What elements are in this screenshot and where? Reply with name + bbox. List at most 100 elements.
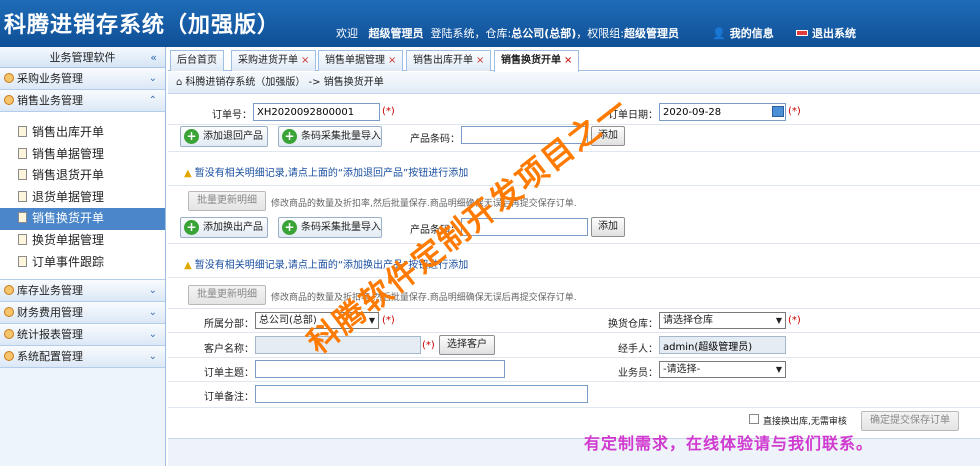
order-remark-label: 订单备注： [204,392,254,403]
logout-link[interactable]: 退出系统 [796,25,856,41]
collapse-sidebar-icon[interactable]: « [150,47,157,68]
chevron-down-icon: ⌄ [148,307,157,319]
handler-label: 经手人： [618,344,658,355]
sidebar-item-sales-docs[interactable]: 销售单据管理 [0,144,165,166]
close-icon[interactable]: × [388,55,396,66]
tab-purchase-inbound[interactable]: 采购进货开单 × [231,50,317,71]
user-info-icon: 👤 [712,27,726,40]
order-date-input[interactable] [659,103,786,121]
order-subject-label: 订单主题： [204,368,254,379]
plus-icon: + [282,220,297,235]
sidebar-item-sales-return[interactable]: 销售退货开单 [0,165,165,187]
chevron-down-icon: ⌄ [148,329,157,341]
chevron-down-icon: ⌄ [148,351,157,363]
tab-sales-outbound[interactable]: 销售出库开单 × [406,50,492,71]
exchange-warehouse-select[interactable]: 请选择仓库 ▼ [659,312,786,329]
perm-group: 超级管理员 [624,27,679,40]
app-title: 科腾进销存系统（加强版） [4,13,281,38]
required-mark: (*) [382,315,395,326]
sidebar-group-finance[interactable]: 财务费用管理 ⌄ [0,302,165,325]
close-icon[interactable]: × [476,55,484,66]
sidebar-title: 业务管理软件 « [0,47,165,68]
clock-icon [4,329,14,340]
chevron-down-icon: ⌄ [148,73,157,84]
tab-home[interactable]: 后台首页 [170,50,224,71]
sidebar-item-sales-exchange[interactable]: 销售换货开单 [0,208,165,230]
sidebar-item-return-docs[interactable]: 退货单据管理 [0,187,165,209]
order-no-input[interactable] [253,103,380,121]
document-icon [18,147,27,159]
my-info-link[interactable]: 👤 我的信息 [712,25,774,41]
add-return-product-button[interactable]: + 添加退回产品 [180,126,268,147]
divider [168,332,980,333]
customer-label: 客户名称： [204,344,254,355]
warehouse-name: 总公司(总部) [511,27,577,40]
chevron-down-icon: ▼ [775,365,782,374]
sidebar-item-exchange-docs[interactable]: 换货单据管理 [0,230,165,252]
required-mark: (*) [788,315,801,326]
sidebar-group-settings[interactable]: 系统配置管理 ⌄ [0,346,165,369]
tab-sales-exchange[interactable]: 销售换货开单 × [494,50,580,72]
tab-bar: 后台首页 采购进货开单 × 销售单据管理 × 销售出库开单 × 销售换货开单 × [168,49,980,72]
order-subject-input[interactable] [255,360,505,378]
document-icon [18,190,27,202]
handler-input[interactable] [659,336,786,354]
sidebar-item-sales-outbound[interactable]: 销售出库开单 [0,122,165,144]
sidebar-group-purchase[interactable]: 采购业务管理 ⌄ [0,68,165,90]
document-icon [18,169,27,181]
plus-icon: + [184,129,199,144]
submit-order-button[interactable]: 确定提交保存订单 [861,411,959,431]
add-exchange-product-button[interactable]: + 添加换出产品 [180,217,268,238]
chevron-down-icon: ▼ [775,316,782,325]
plus-icon: + [282,129,297,144]
divider [168,277,980,278]
warning-icon: ▲ [184,168,192,179]
sidebar-group-sales[interactable]: 销售业务管理 ⌃ [0,90,165,112]
required-mark: (*) [422,340,435,351]
close-icon[interactable]: × [564,55,572,66]
direct-out-checkbox[interactable] [749,414,759,424]
exchange-warehouse-label: 换货仓库： [608,319,658,330]
calendar-icon[interactable] [772,106,784,117]
batch-update-button-2[interactable]: 批量更新明细 [188,285,266,305]
user-name: 超级管理员 [368,27,424,40]
clock-icon [4,73,14,83]
add-barcode-button-2[interactable]: 添加 [591,217,625,237]
top-header: 科腾进销存系统（加强版） 欢迎 超级管理员 登陆系统，仓库:总公司(总部)，权限… [0,0,980,47]
direct-out-label: 直接换出库,无需审核 [763,417,847,427]
select-customer-button[interactable]: 选择客户 [439,335,495,355]
batch-update-button[interactable]: 批量更新明细 [188,191,266,211]
clock-icon [4,95,14,105]
clock-icon [4,285,14,296]
required-mark: (*) [788,106,801,117]
divider [168,308,980,309]
barcode-batch-import-button-2[interactable]: + 条码采集批量导入 [278,217,382,238]
warning-icon: ▲ [184,260,192,271]
home-icon: ⌂ [176,77,183,88]
barcode-batch-import-button[interactable]: + 条码采集批量导入 [278,126,382,147]
sidebar-item-order-tracking[interactable]: 订单事件跟踪 [0,252,165,274]
document-icon [18,233,27,245]
promo-text: 有定制需求，在线体验请与我们联系。 [584,434,874,453]
barcode-label: 产品条码： [410,134,460,145]
sales-menu-list: 销售出库开单 销售单据管理 销售退货开单 退货单据管理 销售换货开单 换货单据管… [0,112,165,281]
warning-no-return-items: ▲ 暂没有相关明细记录,请点上面的“添加退回产品”按钮进行添加 [184,168,469,179]
order-remark-input[interactable] [255,385,588,403]
chevron-down-icon: ⌄ [148,285,157,297]
clock-icon [4,307,14,318]
divider [168,381,980,382]
close-icon[interactable]: × [301,55,309,66]
sidebar-group-reports[interactable]: 统计报表管理 ⌄ [0,324,165,347]
batch-update-hint-2: 修改商品的数量及折扣率,然后批量保存.商品明细确保无误后再提交保存订单. [271,293,577,303]
required-mark: (*) [382,106,395,117]
document-icon [18,126,27,137]
document-icon [18,255,27,267]
salesman-select[interactable]: -请选择- ▼ [659,361,786,378]
document-icon [18,212,27,224]
sidebar-group-inventory[interactable]: 库存业务管理 ⌄ [0,280,165,303]
gear-icon [4,351,14,362]
divider [168,185,980,186]
tab-sales-docs[interactable]: 销售单据管理 × [318,50,404,71]
branch-label: 所属分部： [204,319,254,330]
app-window: 科腾进销存系统（加强版） 欢迎 超级管理员 登陆系统，仓库:总公司(总部)，权限… [0,0,980,466]
